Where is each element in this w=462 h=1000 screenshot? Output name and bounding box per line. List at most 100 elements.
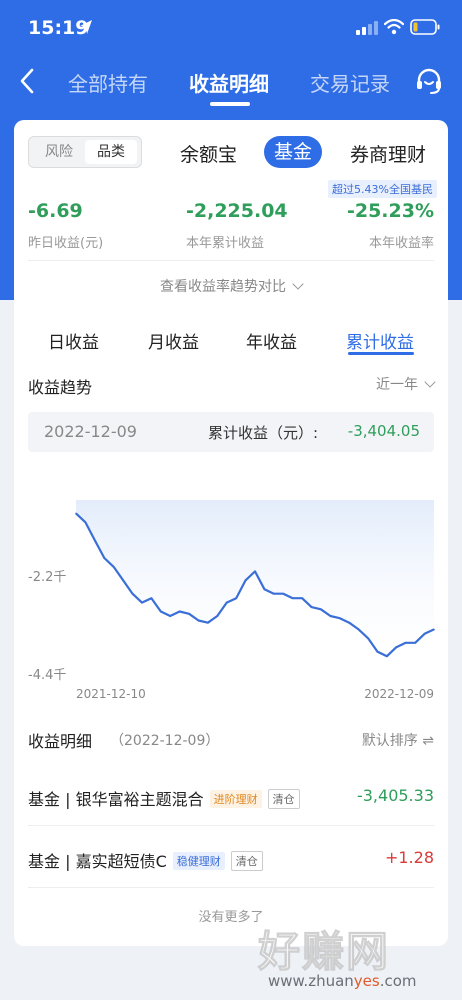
wifi-icon [384,19,404,35]
selected-point-info: 2022-12-09 累计收益（元）: -3,404.05 [28,412,434,452]
data-point [433,628,435,631]
chevron-down-icon [292,278,304,290]
customer-service-icon[interactable] [414,66,444,96]
data-point [376,650,379,653]
data-point [320,608,322,611]
status-tag: 清仓 [267,789,300,809]
data-point [178,610,181,613]
data-point [423,633,426,635]
data-point [160,610,162,613]
earnings-detail-card: 日收益 月收益 年收益 累计收益 收益趋势 近一年 2022-12-09 累计收… [14,304,448,946]
segment-risk[interactable]: 风险 [33,140,85,164]
category-fund[interactable]: 基金 [264,136,323,168]
detail-list-date: （2022-12-09） [110,733,220,749]
earnings-trend-chart[interactable]: -2.2千 -4.4千 2021-12-10 2022-12-09 [14,464,448,714]
beat-percentage-badge: 超过5.43%全国基民 [328,180,437,198]
year-cumulative-value: -2,225.04 [186,200,288,222]
year-cumulative-label: 本年累计收益 [186,236,265,251]
list-item-name-row: 基金 | 银华富裕主题混合 进阶理财 清仓 [28,786,300,810]
fund-name: 基金 | 银华富裕主题混合 [28,790,204,809]
tab-yearly-earnings[interactable]: 年收益 [246,328,297,353]
summary-card: 风险 品类 余额宝 基金 券商理财 超过5.43%全国基民 -6.69 昨日收益… [14,120,448,306]
segment-category[interactable]: 品类 [85,140,137,164]
x-start-label: 2021-12-10 [76,687,146,701]
data-point [367,637,369,640]
data-point [339,617,341,619]
location-arrow-icon [80,20,92,34]
data-point [404,642,407,644]
data-point [150,597,153,599]
status-bar: 15:19 [0,0,462,56]
list-item-name-row: 基金 | 嘉实超短债C 稳健理财 清仓 [28,848,263,872]
wm-url-prefix: www.zhuan [268,972,354,990]
data-point [254,570,256,573]
data-point [310,606,313,608]
status-tag: 清仓 [230,851,263,871]
data-point [75,512,77,515]
range-selector[interactable]: 近一年 [376,374,436,394]
data-point [244,579,247,582]
risk-category-toggle: 风险 品类 [28,136,142,168]
data-point [84,521,87,524]
data-point [141,601,143,604]
data-point [414,642,417,644]
tab-daily-earnings[interactable]: 日收益 [48,328,99,353]
battery-icon [410,19,440,35]
data-point [188,613,190,615]
data-point [112,566,115,568]
cumulative-value: -3,404.05 [347,422,420,440]
watermark-url: www.zhuanyes.com [268,972,417,990]
tab-cumulative-earnings[interactable]: 累计收益 [346,328,414,353]
data-point [395,646,398,648]
selected-date: 2022-12-09 [44,422,137,441]
fund-earnings-value: +1.28 [384,848,434,867]
divider [28,260,434,261]
data-point [291,597,294,599]
active-tab-indicator [210,102,250,106]
y-tick-label: -2.2千 [28,570,66,585]
wm-url-highlight: yes [353,972,380,990]
category-yuebao[interactable]: 余额宝 [180,140,237,167]
data-point [216,615,219,617]
y-tick-label: -4.4千 [28,668,66,683]
range-label: 近一年 [376,377,418,393]
fund-name: 基金 | 嘉实超短债C [28,852,167,871]
wm-url-suffix: .com [379,972,417,990]
data-point [235,597,237,599]
x-end-label: 2022-12-09 [364,687,434,701]
data-point [273,592,275,595]
data-point [386,655,388,657]
data-point [207,621,209,624]
list-item[interactable]: 基金 | 银华富裕主题混合 进阶理财 清仓 -3,405.33 [28,766,434,826]
watermark: 好赚网 www.zhuanyes.com [254,918,454,998]
category-broker-wealth[interactable]: 券商理财 [350,140,426,167]
tab-earnings-detail[interactable]: 收益明细 [189,68,269,97]
year-return-rate-label: 本年收益率 [368,236,434,251]
product-type-tag: 进阶理财 [209,790,262,808]
data-point [329,615,332,617]
yesterday-earnings-value: -6.69 [28,200,83,222]
trend-section-title: 收益趋势 [28,378,93,397]
chart-area-fill [76,500,434,657]
trend-compare-label: 查看收益率趋势对比 [160,279,286,295]
tab-all-holdings[interactable]: 全部持有 [68,68,148,97]
trend-compare-link[interactable]: 查看收益率趋势对比 [14,276,448,296]
back-arrow-icon[interactable] [16,66,40,96]
tab-monthly-earnings[interactable]: 月收益 [148,328,199,353]
data-point [122,579,124,582]
data-point [348,621,351,624]
tab-transaction-records[interactable]: 交易记录 [310,68,390,97]
data-point [357,628,360,631]
sort-button[interactable]: 默认排序 ⇌ [362,730,434,750]
product-type-tag: 稳健理财 [172,852,225,870]
period-tab-indicator [348,352,414,355]
fund-earnings-value: -3,405.33 [356,786,434,805]
data-point [225,601,228,604]
data-point [301,597,303,599]
nav-bar: 全部持有 收益明细 交易记录 [0,56,462,108]
data-point [169,615,171,617]
list-item[interactable]: 基金 | 嘉实超短债C 稳健理财 清仓 +1.28 [28,828,434,888]
detail-list-title: 收益明细 [28,732,93,751]
data-point [197,619,200,622]
year-return-rate-value: -25.23% [346,200,434,222]
